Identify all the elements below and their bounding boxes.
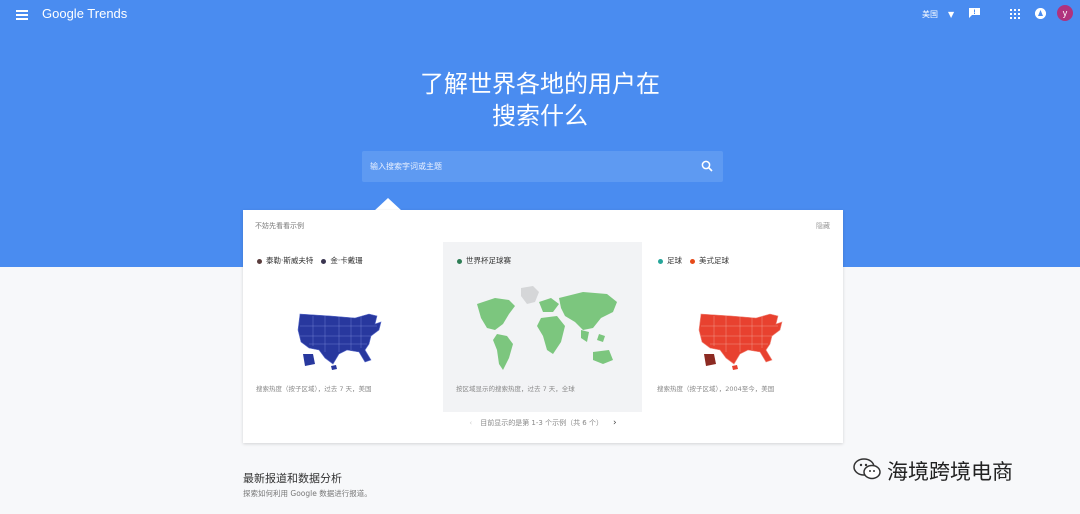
chevron-left-icon[interactable]: ‹ (469, 419, 472, 427)
headline-line-1: 了解世界各地的用户在 (420, 70, 660, 98)
headline-line-2: 搜索什么 (492, 102, 588, 130)
term-color-dot (457, 258, 462, 264)
search-icon[interactable] (701, 160, 713, 172)
term-color-dot (257, 258, 262, 264)
feedback-icon[interactable] (969, 8, 980, 18)
search-input[interactable] (370, 151, 690, 182)
term-label: 足球 (667, 256, 682, 265)
chevron-down-icon[interactable]: ▼ (948, 10, 954, 19)
notifications-icon[interactable] (1035, 8, 1046, 19)
avatar[interactable]: y (1057, 5, 1073, 21)
examples-heading: 不妨先看看示例 (255, 222, 304, 230)
top-bar: Google Trends 美国 ▼ y (0, 0, 1080, 30)
panel-caption: 搜索热度（按子区域），2004至今，美国 (657, 385, 775, 393)
page-headline: 了解世界各地的用户在 搜索什么 (340, 68, 740, 132)
world-map (477, 286, 617, 370)
watermark-text: 海境跨境电商 (887, 460, 1013, 484)
example-panel-1[interactable]: 泰勒·斯威夫特 金·卡戴珊 搜索热度（按子区域），过去 7 天，美国 (243, 242, 442, 412)
term-color-dot (658, 258, 663, 264)
term-label: 世界杯足球赛 (466, 256, 511, 265)
term-color-dot (321, 258, 327, 264)
examples-pager: ‹ 目前显示的是第 1-3 个示例（共 6 个） › (243, 418, 843, 428)
term-label: 泰勒·斯威夫特 (266, 256, 314, 265)
panel-terms: 足球 美式足球 (658, 255, 729, 266)
us-map (297, 313, 382, 370)
dismiss-button[interactable]: 隐藏 (816, 221, 830, 231)
watermark: 海境跨境电商 (853, 454, 1058, 486)
region-selector[interactable]: 美国 (922, 9, 938, 20)
news-section-title: 最新报道和数据分析 (243, 472, 342, 485)
menu-icon[interactable] (16, 10, 28, 20)
panel-caption: 按区域显示的搜索热度，过去 7 天，全球 (456, 385, 575, 393)
example-panel-2[interactable]: 世界杯足球赛 按区域显示的搜索热度，过去 7 天，全球 (443, 242, 642, 412)
google-trends-logo[interactable]: Google Trends (42, 6, 127, 21)
panel-terms: 世界杯足球赛 (457, 255, 511, 266)
term-label: 美式足球 (699, 256, 729, 265)
term-label: 金·卡戴珊 (330, 256, 363, 265)
panel-terms: 泰勒·斯威夫特 金·卡戴珊 (257, 255, 363, 266)
term-color-dot (690, 258, 695, 264)
panel-caption: 搜索热度（按子区域），过去 7 天，美国 (256, 385, 372, 393)
search-box[interactable] (362, 151, 723, 182)
chevron-right-icon[interactable]: › (613, 418, 617, 428)
example-panel-3[interactable]: 足球 美式足球 搜索热度（按子区域），2004至今，美国 (644, 242, 843, 412)
us-map (698, 313, 783, 370)
news-section-subtitle: 探索如何利用 Google 数据进行报道。 (243, 489, 372, 498)
examples-card: 不妨先看看示例 隐藏 泰勒·斯威夫特 金·卡戴珊 搜索热度（按子区域），过去 7 … (243, 210, 843, 443)
wechat-logo-icon (853, 458, 881, 480)
pager-status: 目前显示的是第 1-3 个示例（共 6 个） (480, 419, 603, 427)
apps-grid-icon[interactable] (1010, 9, 1020, 19)
